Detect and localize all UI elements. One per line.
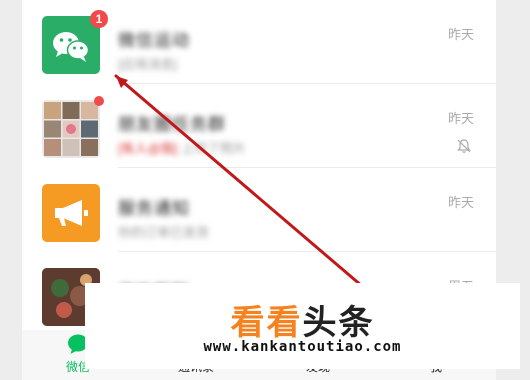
chat-title: 服务通知 — [118, 199, 190, 218]
chat-title: 微信运动 — [118, 31, 190, 50]
chat-preview-text: 上传了照片 — [181, 141, 247, 156]
chat-row-group[interactable]: 朋友圈任务群 [有人@我] 上传了照片 昨天 — [22, 84, 496, 168]
chat-list: 1 微信运动 [应用消息] 昨天 朋友圈任务群 [有人@我] 上传了照片 昨天 … — [22, 0, 496, 330]
wechat-sports-avatar: 1 — [42, 10, 108, 74]
chat-row-service-notice[interactable]: 服务通知 你的订单已发货 昨天 — [22, 168, 496, 252]
watermark-brand-orange: 看看 — [230, 304, 303, 342]
watermark-brand-black: 头条 — [302, 304, 375, 342]
unread-dot — [94, 96, 104, 106]
watermark-url: www.kankantoutiao.com — [203, 339, 402, 355]
chat-preview: [有人@我] 上传了照片 — [118, 138, 246, 157]
mute-bell-icon — [457, 139, 471, 153]
chat-time: 昨天 — [447, 195, 474, 210]
chat-time: 昨天 — [447, 27, 474, 42]
chat-time: 昨天 — [447, 111, 474, 126]
megaphone-icon — [55, 200, 88, 226]
group-avatar — [42, 96, 104, 158]
watermark-banner: 看看头条 www.kankantoutiao.com — [85, 283, 520, 369]
mention-tag: [有人@我] — [118, 141, 178, 156]
chat-title: 朋友圈任务群 — [118, 115, 226, 134]
chat-preview: [应用消息] — [118, 57, 178, 72]
chat-row-wechat-sports[interactable]: 1 微信运动 [应用消息] 昨天 — [22, 0, 496, 84]
watermark-brand: 看看头条 — [85, 295, 520, 344]
chat-preview: 你的订单已发货 — [118, 225, 210, 240]
unread-badge: 1 — [90, 10, 108, 28]
service-notice-avatar — [42, 184, 100, 242]
group-avatar-grid — [44, 102, 98, 156]
